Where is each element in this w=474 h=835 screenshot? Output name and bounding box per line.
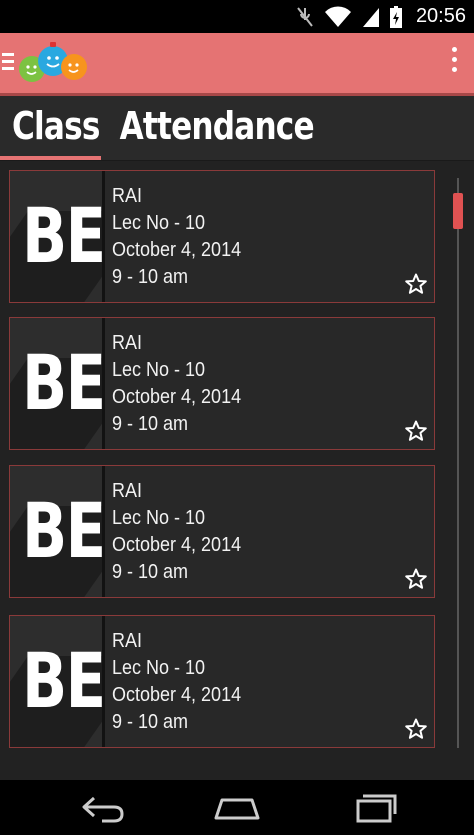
star-icon[interactable] [404, 567, 428, 591]
lecture-number: Lec No - 10 [112, 359, 206, 381]
class-badge: BE [10, 318, 102, 449]
list-item[interactable]: BE RAI Lec No - 10 October 4, 2014 9 - 1… [9, 465, 435, 598]
home-icon[interactable] [212, 790, 262, 824]
status-bar: 20:56 [0, 0, 474, 33]
lecture-date: October 4, 2014 [112, 239, 242, 261]
signal-icon [362, 7, 379, 27]
wifi-icon [324, 5, 351, 27]
lecture-time: 9 - 10 am [112, 266, 189, 288]
list-item[interactable]: BE RAI Lec No - 10 October 4, 2014 9 - 1… [9, 317, 435, 450]
star-icon[interactable] [404, 419, 428, 443]
title-underline [0, 156, 101, 160]
lecture-date: October 4, 2014 [112, 534, 242, 556]
menu-icon[interactable] [2, 53, 14, 71]
lecture-info: RAI Lec No - 10 October 4, 2014 9 - 10 a… [112, 330, 255, 438]
list-item[interactable]: BE RAI Lec No - 10 October 4, 2014 9 - 1… [9, 615, 435, 748]
attendance-list: BE RAI Lec No - 10 October 4, 2014 9 - 1… [0, 162, 474, 780]
divider [102, 171, 105, 302]
class-badge: BE [10, 466, 102, 597]
class-badge: BE [10, 171, 102, 302]
page-title: Class Attendance [12, 104, 315, 148]
star-icon[interactable] [404, 717, 428, 741]
badge-label: BE [22, 486, 102, 575]
overflow-menu-icon[interactable] [452, 47, 458, 77]
lecture-info: RAI Lec No - 10 October 4, 2014 9 - 10 a… [112, 628, 255, 736]
recent-apps-icon[interactable] [348, 790, 398, 824]
list-item[interactable]: BE RAI Lec No - 10 October 4, 2014 9 - 1… [9, 170, 435, 303]
status-icons: 20:56 [296, 0, 466, 33]
lecture-time: 9 - 10 am [112, 413, 189, 435]
divider [102, 318, 105, 449]
lecture-number: Lec No - 10 [112, 212, 206, 234]
lecture-number: Lec No - 10 [112, 657, 206, 679]
class-badge: BE [10, 616, 102, 747]
title-area: Class Attendance [0, 96, 474, 161]
subject-label: RAI [112, 630, 143, 652]
divider [102, 466, 105, 597]
lecture-info: RAI Lec No - 10 October 4, 2014 9 - 10 a… [112, 183, 255, 291]
badge-label: BE [22, 191, 102, 280]
lecture-date: October 4, 2014 [112, 684, 242, 706]
back-icon[interactable] [78, 790, 128, 824]
lecture-date: October 4, 2014 [112, 386, 242, 408]
badge-label: BE [22, 338, 102, 427]
subject-label: RAI [112, 480, 143, 502]
badge-label: BE [22, 636, 102, 725]
scrollbar-track[interactable] [457, 178, 459, 748]
lecture-number: Lec No - 10 [112, 507, 206, 529]
app-logo[interactable] [14, 37, 92, 91]
subject-label: RAI [112, 185, 143, 207]
battery-icon [389, 5, 402, 28]
lecture-info: RAI Lec No - 10 October 4, 2014 9 - 10 a… [112, 478, 255, 586]
star-icon[interactable] [404, 272, 428, 296]
app-bar [0, 33, 474, 96]
mute-icon [297, 6, 313, 27]
divider [102, 616, 105, 747]
lecture-time: 9 - 10 am [112, 711, 189, 733]
nav-bar [0, 780, 474, 835]
lecture-time: 9 - 10 am [112, 561, 189, 583]
scrollbar-thumb[interactable] [453, 193, 463, 229]
subject-label: RAI [112, 332, 143, 354]
status-time: 20:56 [415, 5, 466, 27]
